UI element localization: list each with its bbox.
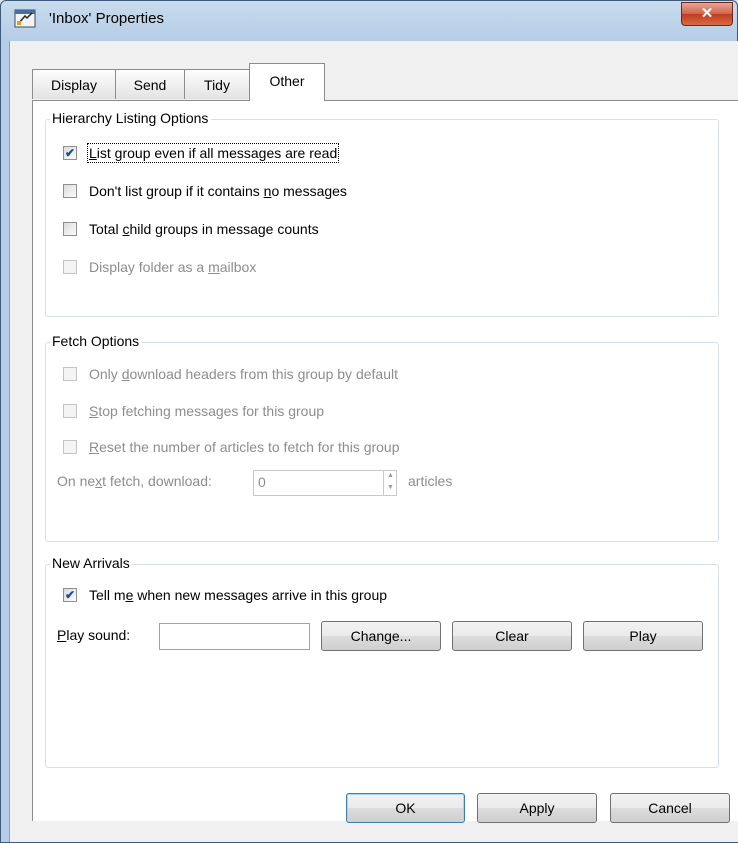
list-group-even-if-read-option[interactable]: ✔ List group even if all messages are re… (63, 143, 340, 163)
total-child-groups-option[interactable]: Total child groups in message counts (63, 221, 319, 237)
next-fetch-label: On ne x t fetch, download: (57, 473, 212, 489)
option-label: Reset the number of articles to fetch fo… (89, 439, 400, 455)
stop-fetching-option[interactable]: Stop fetching messages for this group (63, 403, 324, 419)
properties-dialog: 'Inbox' Properties ✕ Display Send Tidy O… (0, 0, 738, 843)
tab-send[interactable]: Send (115, 69, 185, 99)
tab-display[interactable]: Display (32, 69, 116, 99)
spin-down-icon[interactable]: ▼ (384, 482, 397, 494)
play-sound-input[interactable] (159, 623, 310, 650)
reset-article-count-option[interactable]: Reset the number of articles to fetch fo… (63, 439, 400, 455)
option-label: Don't list group if it contains no messa… (89, 183, 347, 199)
option-label: Only download headers from this group by… (89, 366, 398, 382)
window-title: 'Inbox' Properties (49, 10, 164, 27)
option-label: Display folder as a mailbox (89, 259, 257, 275)
list-group-even-if-read-checkbox[interactable]: ✔ (63, 146, 77, 160)
articles-unit-label: articles (408, 473, 453, 489)
tab-other[interactable]: Other (249, 63, 325, 101)
fetch-options-group: Fetch Options Only download headers from… (45, 333, 719, 542)
hierarchy-listing-legend: Hierarchy Listing Options (50, 110, 212, 126)
option-label: Tell me when new messages arrive in this… (89, 587, 388, 603)
change-sound-button[interactable]: Change... (321, 621, 441, 651)
option-label: List group even if all messages are read (86, 143, 340, 163)
play-sound-button[interactable]: Play (583, 621, 703, 651)
next-fetch-count-input[interactable]: 0 (253, 470, 397, 496)
notify-new-messages-checkbox[interactable]: ✔ (63, 588, 77, 602)
new-arrivals-legend: New Arrivals (50, 555, 133, 571)
tab-tidy[interactable]: Tidy (184, 69, 250, 99)
new-arrivals-group: New Arrivals ✔ Tell me when new messages… (45, 555, 719, 768)
apply-button[interactable]: Apply (477, 793, 597, 823)
ok-button[interactable]: OK (346, 793, 465, 823)
title-bar[interactable]: 'Inbox' Properties ✕ (1, 1, 737, 41)
close-icon: ✕ (700, 5, 714, 22)
hierarchy-listing-group: Hierarchy Listing Options ✔ List group e… (45, 110, 719, 317)
display-folder-as-mailbox-checkbox[interactable] (63, 260, 77, 274)
dialog-client-area: Display Send Tidy Other Hierarchy Listin… (9, 41, 738, 842)
reset-article-count-checkbox[interactable] (63, 440, 77, 454)
notify-new-messages-option[interactable]: ✔ Tell me when new messages arrive in th… (63, 587, 387, 603)
fetch-options-legend: Fetch Options (50, 333, 143, 349)
close-button[interactable]: ✕ (681, 2, 733, 26)
next-fetch-count-spinner[interactable]: ▲ ▼ (383, 470, 397, 496)
tab-panel-other: Hierarchy Listing Options ✔ List group e… (32, 100, 738, 821)
properties-window-icon (13, 7, 37, 31)
option-label: Total child groups in message counts (89, 221, 319, 237)
option-label: Stop fetching messages for this group (89, 403, 325, 419)
spin-up-icon[interactable]: ▲ (384, 470, 397, 482)
clear-sound-button[interactable]: Clear (452, 621, 572, 651)
cancel-button[interactable]: Cancel (610, 793, 730, 823)
dont-list-empty-group-checkbox[interactable] (63, 184, 77, 198)
download-headers-only-option[interactable]: Only download headers from this group by… (63, 366, 398, 382)
display-folder-as-mailbox-option[interactable]: Display folder as a mailbox (63, 259, 256, 275)
dont-list-empty-group-option[interactable]: Don't list group if it contains no messa… (63, 183, 347, 199)
stop-fetching-checkbox[interactable] (63, 404, 77, 418)
download-headers-only-checkbox[interactable] (63, 367, 77, 381)
play-sound-label: Play sound: (57, 627, 131, 643)
total-child-groups-checkbox[interactable] (63, 222, 77, 236)
